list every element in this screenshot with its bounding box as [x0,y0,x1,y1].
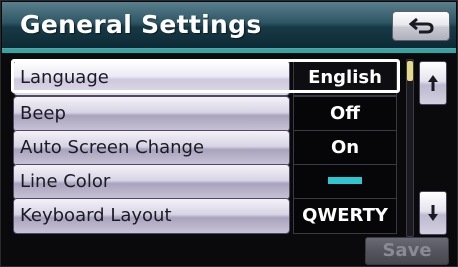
setting-row-keyboard-layout[interactable]: Keyboard Layout QWERTY [13,198,397,234]
screen: General Settings Language English Beep O… [0,0,458,267]
setting-row-auto-screen-change[interactable]: Auto Screen Change On [13,130,397,166]
setting-label-button[interactable]: Language [13,60,290,96]
setting-row-language[interactable]: Language English [13,60,397,96]
scroll-up-button[interactable] [419,61,447,105]
save-button[interactable]: Save [365,237,449,265]
setting-row-line-color[interactable]: Line Color [13,164,397,200]
setting-label-button[interactable]: Keyboard Layout [13,198,290,234]
setting-label: Language [20,67,109,88]
header-divider [2,49,456,53]
setting-label: Beep [20,103,66,124]
scroll-up-icon [428,75,438,91]
setting-row-beep[interactable]: Beep Off [13,96,397,132]
setting-value[interactable]: QWERTY [293,198,397,234]
setting-label: Keyboard Layout [20,205,172,226]
scrollbar-thumb[interactable] [407,61,413,81]
title-bar: General Settings [2,2,456,49]
setting-label-button[interactable]: Beep [13,96,290,132]
scrollbar-track[interactable] [406,59,414,237]
setting-value[interactable]: English [293,60,397,96]
scroll-down-button[interactable] [419,191,447,235]
setting-label: Auto Screen Change [20,137,205,158]
page-title: General Settings [20,10,262,39]
setting-label-button[interactable]: Line Color [13,164,290,200]
scroll-down-icon [428,205,438,221]
setting-value[interactable]: On [293,130,397,166]
setting-label-button[interactable]: Auto Screen Change [13,130,290,166]
line-color-swatch [328,177,362,184]
back-arrow-icon [409,17,434,34]
setting-label: Line Color [20,171,111,192]
back-button[interactable] [392,11,450,41]
setting-value[interactable]: Off [293,96,397,132]
setting-value[interactable] [293,164,397,200]
